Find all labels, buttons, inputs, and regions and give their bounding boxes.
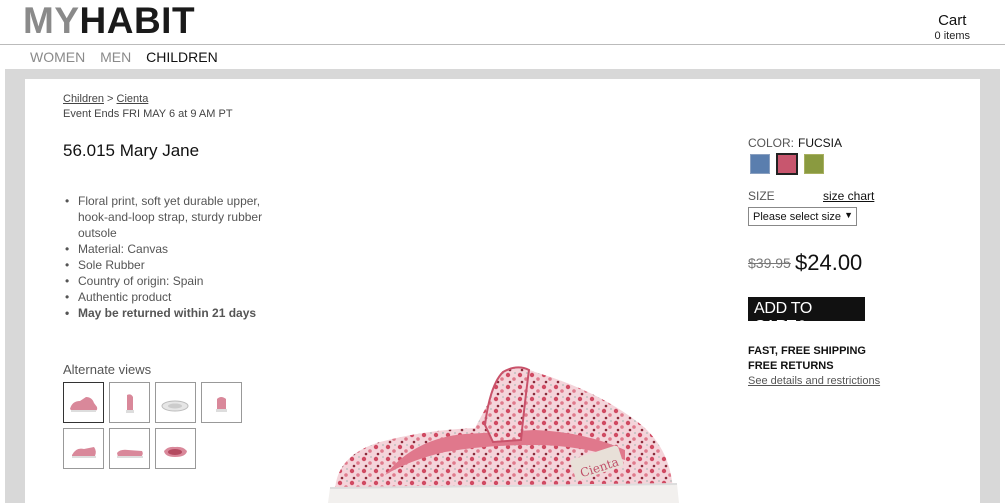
- cart-count: 0 items: [934, 30, 970, 42]
- shoe-thumb-icon: [70, 397, 98, 412]
- logo-my: MY: [23, 0, 80, 41]
- breadcrumb-cienta[interactable]: Cienta: [117, 93, 149, 105]
- cart-title: Cart: [938, 12, 967, 29]
- shoe-thumb-icon: [72, 447, 96, 458]
- color-label-text: COLOR:: [748, 136, 795, 150]
- shoe-thumb-icon: [161, 400, 189, 412]
- breadcrumb-separator: >: [103, 93, 117, 105]
- feature-item: Material: Canvas: [63, 241, 278, 257]
- shoe-thumb-icon: [164, 446, 187, 457]
- thumbnail-view-7[interactable]: [155, 428, 196, 469]
- product-title: 56.015 Mary Jane: [63, 141, 200, 160]
- original-price: $39.95: [748, 255, 791, 271]
- mary-jane-shoe-illustration: Cienta: [328, 366, 679, 503]
- thumbnail-view-6[interactable]: [109, 428, 150, 469]
- category-nav: WOMEN MEN CHILDREN: [30, 49, 229, 67]
- add-to-cart-button[interactable]: ADD TO CART ❯: [748, 297, 865, 335]
- shoe-thumb-icon: [216, 397, 227, 412]
- nav-item-women[interactable]: WOMEN: [30, 49, 85, 65]
- sale-price: $24.00: [795, 250, 863, 275]
- thumbnail-view-4[interactable]: [201, 382, 242, 423]
- chevron-right-icon: ❯: [798, 318, 810, 334]
- color-swatch-blue[interactable]: [750, 154, 770, 174]
- thumbnail-view-2[interactable]: [109, 382, 150, 423]
- color-value: FUCSIA: [798, 136, 843, 150]
- size-select[interactable]: Please select size ▼: [748, 207, 857, 226]
- nav-item-men[interactable]: MEN: [100, 49, 131, 65]
- shoe-thumb-icon: [117, 449, 143, 458]
- feature-item: Sole Rubber: [63, 257, 278, 273]
- event-ends-text: Event Ends FRI MAY 6 at 9 AM PT: [63, 108, 233, 120]
- thumbnail-view-5[interactable]: [63, 428, 104, 469]
- shipping-line-2: FREE RETURNS: [748, 360, 834, 372]
- size-chart-link[interactable]: size chart: [823, 189, 874, 203]
- color-label: COLOR: FUCSIA: [748, 136, 842, 150]
- details-restrictions-link[interactable]: See details and restrictions: [748, 375, 880, 387]
- feature-item: Country of origin: Spain: [63, 273, 278, 289]
- feature-list: Floral print, soft yet durable upper, ho…: [63, 193, 278, 321]
- thumbnail-view-1[interactable]: [63, 382, 104, 423]
- size-select-value: Please select size: [753, 211, 842, 223]
- color-swatch-green[interactable]: [804, 154, 824, 174]
- nav-item-children[interactable]: CHILDREN: [146, 49, 218, 65]
- feature-item: Floral print, soft yet durable upper, ho…: [63, 193, 278, 241]
- color-swatch-fucsia[interactable]: [776, 153, 798, 175]
- product-main-image[interactable]: Cienta: [325, 360, 685, 503]
- breadcrumb: Children > Cienta: [63, 93, 148, 105]
- feature-item: Authentic product: [63, 289, 278, 305]
- myhabit-logo[interactable]: MYHABIT: [23, 2, 195, 40]
- thumbnail-view-3[interactable]: [155, 382, 196, 423]
- feature-item-returns: May be returned within 21 days: [63, 305, 278, 321]
- site-header: MYHABIT Cart 0 items: [0, 0, 1005, 45]
- logo-habit: HABIT: [79, 0, 196, 41]
- breadcrumb-children[interactable]: Children: [63, 93, 104, 105]
- cart-link[interactable]: Cart 0 items: [935, 12, 970, 42]
- size-label: SIZE: [748, 189, 775, 203]
- dropdown-arrow-icon: ▼: [844, 210, 853, 220]
- shipping-line-1: FAST, FREE SHIPPING: [748, 345, 866, 357]
- shoe-thumb-icon: [126, 394, 134, 413]
- alternate-views-label: Alternate views: [63, 362, 152, 377]
